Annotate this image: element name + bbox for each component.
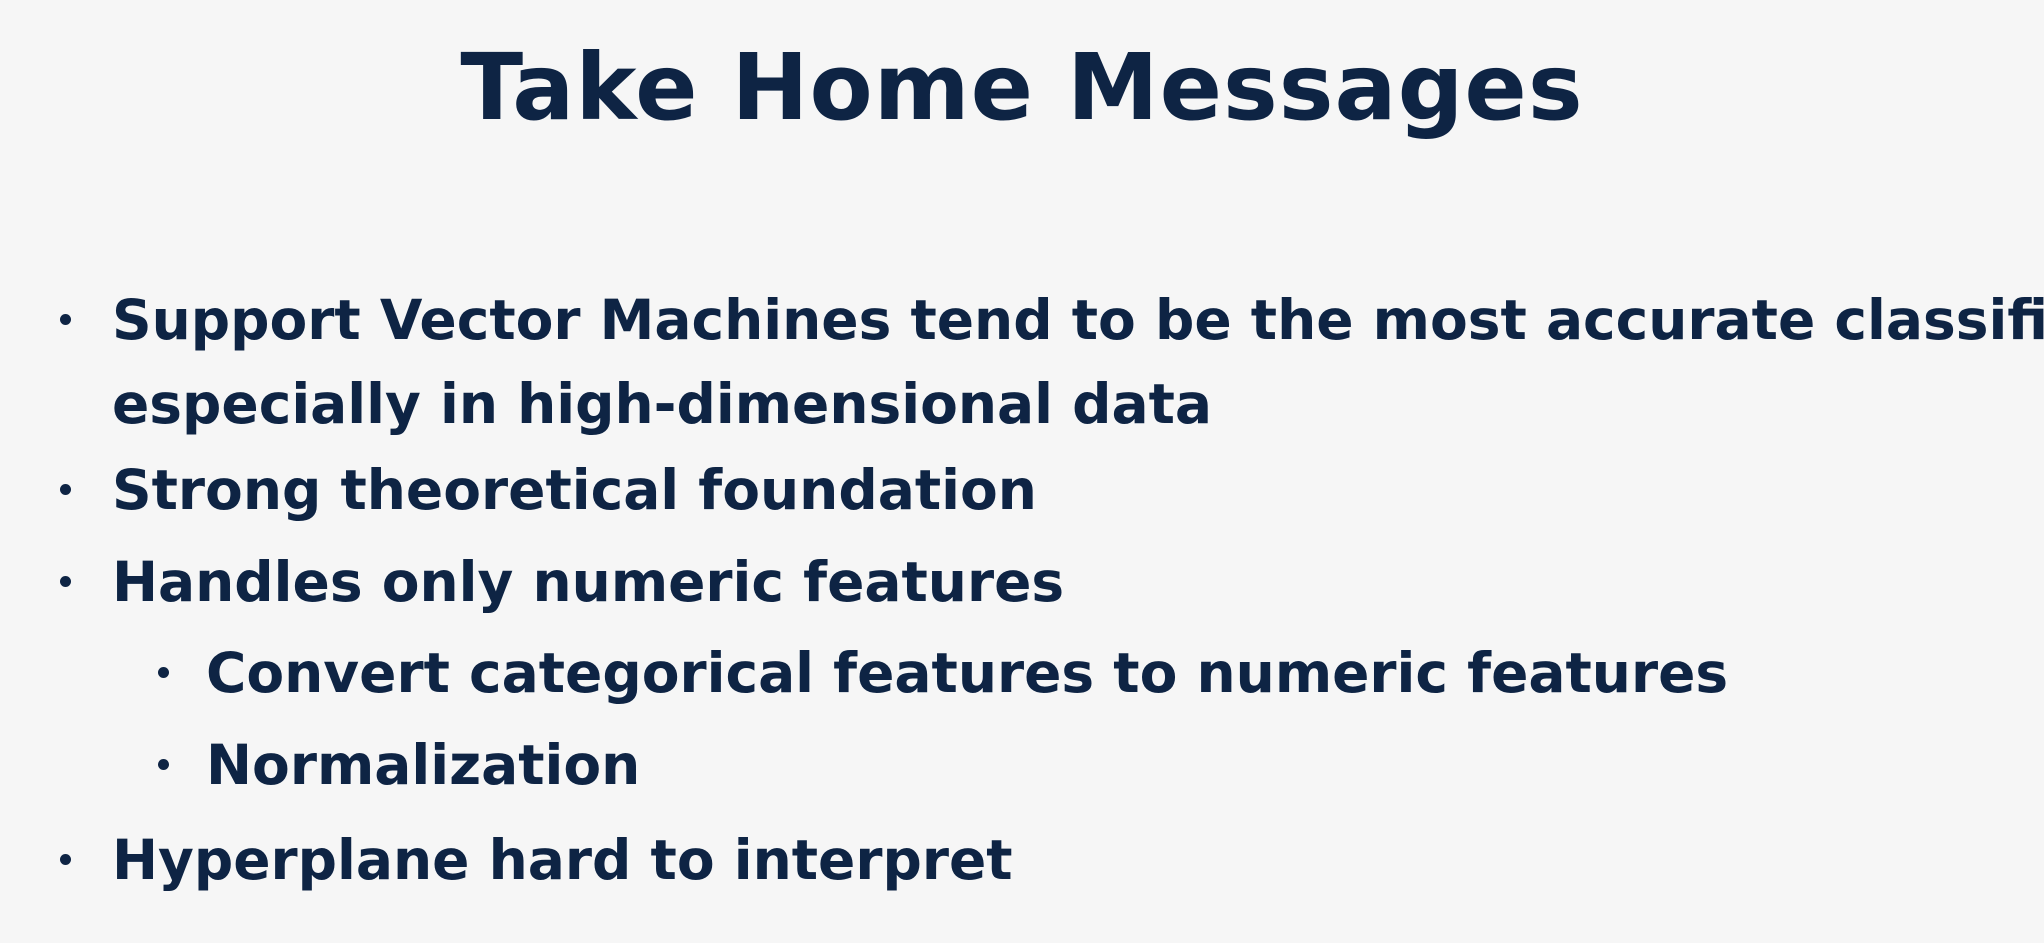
slide: Take Home Messages Support Vector Machin… bbox=[0, 0, 2044, 943]
bullet-dot-icon bbox=[60, 854, 71, 865]
bullet-dot-icon bbox=[60, 576, 71, 587]
bullet-item: Handles only numeric features bbox=[60, 540, 1065, 624]
bullet-dot-icon bbox=[60, 484, 71, 495]
bullet-text: Hyperplane hard to interpret bbox=[112, 828, 1013, 892]
bullet-dot-icon bbox=[60, 314, 71, 325]
bullet-dot-icon bbox=[158, 667, 169, 678]
bullet-dot-icon bbox=[158, 759, 169, 770]
sub-bullet-item: Convert categorical features to numeric … bbox=[158, 631, 1729, 715]
bullet-text-line: especially in high-dimensional data bbox=[112, 372, 1213, 436]
bullet-text-line: Support Vector Machines tend to be the m… bbox=[112, 288, 2044, 352]
bullet-item: Support Vector Machines tend to be the m… bbox=[60, 278, 2044, 446]
bullet-text: Strong theoretical foundation bbox=[112, 458, 1037, 522]
bullet-item: Strong theoretical foundation bbox=[60, 448, 1037, 532]
bullet-text: Convert categorical features to numeric … bbox=[206, 641, 1729, 705]
bullet-list: Support Vector Machines tend to be the m… bbox=[0, 0, 2044, 943]
sub-bullet-item: Normalization bbox=[158, 723, 641, 807]
bullet-text: Handles only numeric features bbox=[112, 550, 1065, 614]
bullet-text: Normalization bbox=[206, 733, 641, 797]
bullet-item: Hyperplane hard to interpret bbox=[60, 818, 1013, 902]
